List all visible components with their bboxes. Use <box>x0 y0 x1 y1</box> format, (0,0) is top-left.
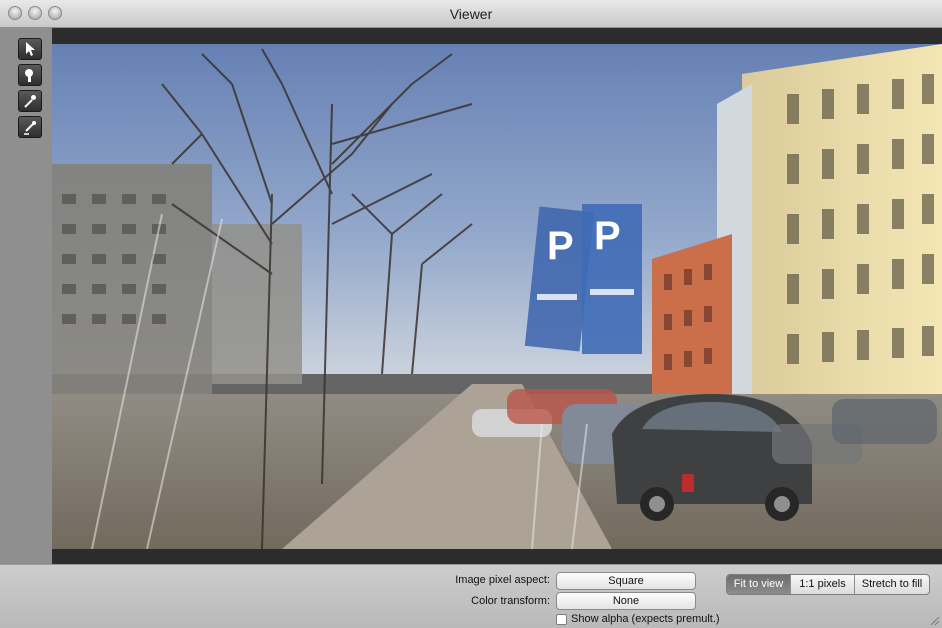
window-title: Viewer <box>449 6 493 22</box>
eyedropper-tool-button[interactable] <box>18 90 42 112</box>
show-alpha-row[interactable]: Show alpha (expects premult.) <box>556 612 720 626</box>
viewer-controls: Image pixel aspect: Square Color transfo… <box>0 564 942 628</box>
zoom-mode-segmented-control[interactable]: Fit to view 1:1 pixels Stretch to fill <box>726 574 930 595</box>
viewer-body: P P <box>0 28 942 564</box>
color-transform-label: Color transform: <box>471 595 550 607</box>
one-to-one-pixels-button[interactable]: 1:1 pixels <box>791 575 855 594</box>
viewer-window: Viewer P P Image pixel aspect: Square Co… <box>0 0 942 628</box>
resize-grip-icon[interactable] <box>928 614 940 626</box>
show-alpha-label: Show alpha (expects premult.) <box>571 613 720 625</box>
color-transform-popup[interactable]: None <box>556 592 696 610</box>
street-photo: P P <box>52 44 942 549</box>
magnifier-icon <box>25 69 33 82</box>
tool-palette <box>0 28 52 564</box>
pixel-aspect-label: Image pixel aspect: <box>455 574 550 586</box>
eyedropper-brush-icon <box>24 121 36 135</box>
pixel-aspect-popup[interactable]: Square <box>556 572 696 590</box>
magnifier-tool-button[interactable] <box>18 64 42 86</box>
pointer-tool-button[interactable] <box>18 38 42 60</box>
image-canvas[interactable]: P P <box>52 44 942 549</box>
arrow-cursor-icon <box>26 42 35 56</box>
eyedropper-brush-tool-button[interactable] <box>18 116 42 138</box>
stretch-to-fill-button[interactable]: Stretch to fill <box>855 575 929 594</box>
eyedropper-icon <box>24 95 36 108</box>
show-alpha-checkbox[interactable] <box>556 613 567 625</box>
title-bar[interactable]: Viewer <box>0 0 942 28</box>
fit-to-view-button[interactable]: Fit to view <box>727 575 791 594</box>
